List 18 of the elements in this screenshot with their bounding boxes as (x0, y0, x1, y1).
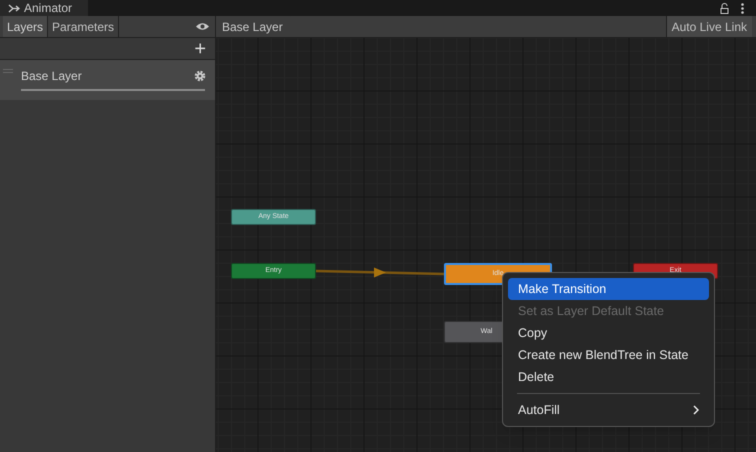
settings-icon[interactable] (194, 70, 206, 82)
menu-item[interactable]: Delete (508, 366, 709, 388)
layer-item[interactable]: Base Layer (0, 60, 215, 100)
more-icon[interactable] (741, 2, 744, 14)
tab[interactable]: Layers (3, 16, 48, 37)
eye-icon[interactable] (195, 22, 210, 31)
layer-name: Base Layer (21, 68, 83, 85)
window-title: Animator (24, 2, 72, 14)
menu-item[interactable]: Create new BlendTree in State (508, 344, 709, 366)
transition-arrow[interactable] (316, 268, 444, 278)
window-tab[interactable]: Animator (0, 0, 88, 16)
lock-icon[interactable] (720, 2, 729, 14)
animator-icon (8, 4, 20, 12)
auto-live-link-button[interactable]: Auto Live Link (666, 16, 752, 37)
chevron-right-icon (693, 405, 699, 415)
submenu-item[interactable]: AutoFill (508, 399, 709, 421)
menu-item[interactable]: Make Transition (508, 278, 709, 300)
add-button[interactable]: + (194, 38, 206, 58)
